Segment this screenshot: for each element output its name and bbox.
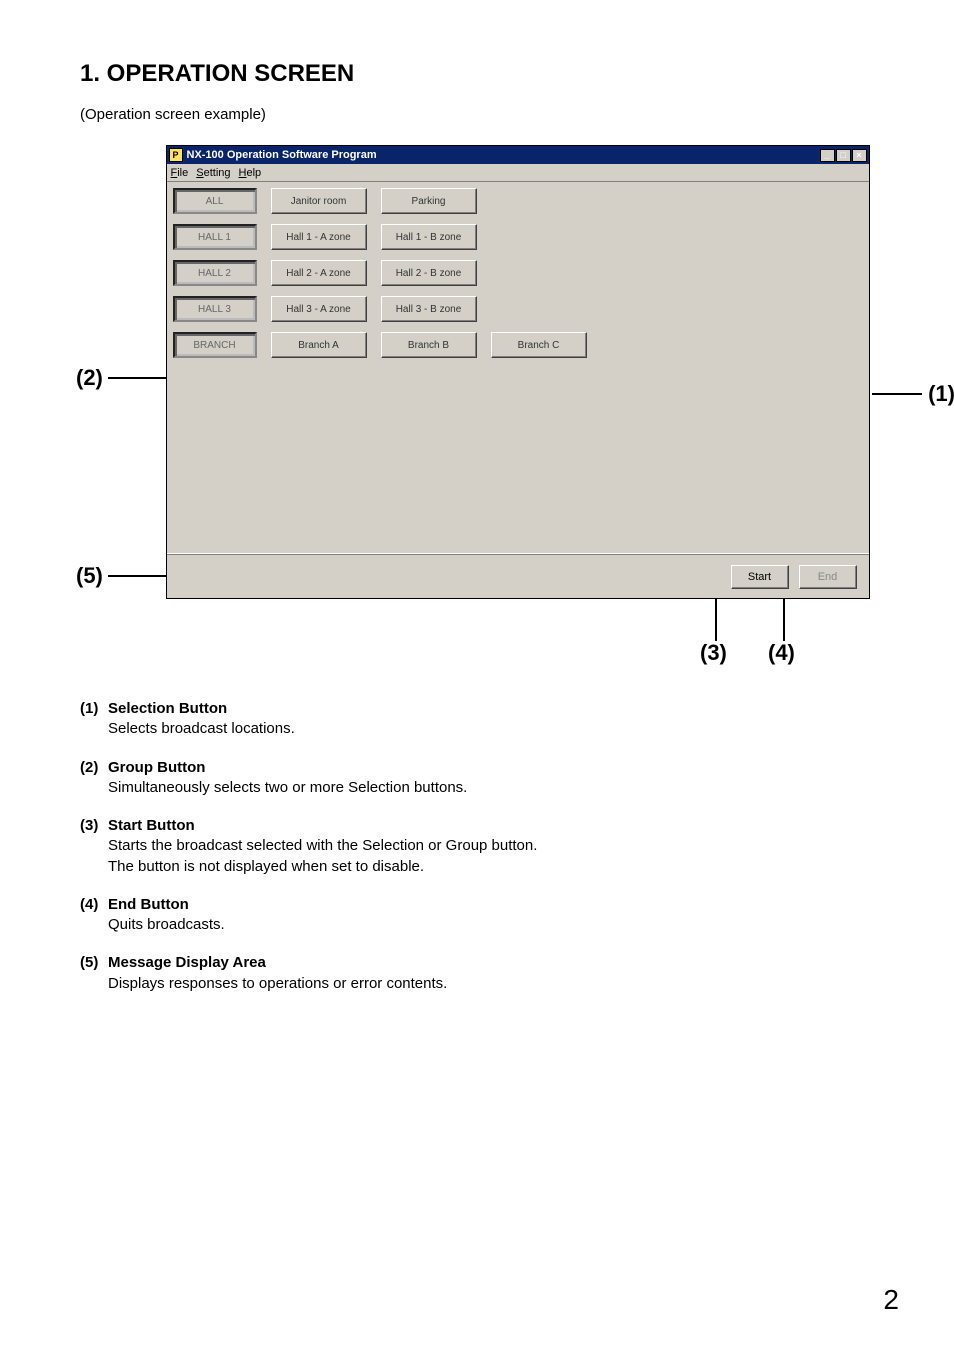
screenshot-with-callouts: (1) (2) (5) (3) (4) P NX-100 Operation S… (110, 145, 925, 599)
description-text: Displays responses to operations or erro… (108, 974, 874, 994)
selection-button[interactable]: Branch B (381, 332, 477, 358)
menubar: File Setting Help (167, 164, 869, 182)
button-row: BRANCH Branch A Branch B Branch C (173, 332, 863, 358)
minimize-icon[interactable]: _ (820, 149, 835, 162)
callout-2-label: (2) (76, 365, 103, 391)
group-button[interactable]: ALL (173, 188, 257, 214)
app-title: NX-100 Operation Software Program (187, 149, 820, 161)
button-grid: ALL Janitor room Parking HALL 1 Hall 1 - A z… (173, 188, 863, 358)
group-button[interactable]: HALL 3 (173, 296, 257, 322)
description-title: Group Button (108, 758, 874, 778)
description-title: Message Display Area (108, 953, 874, 973)
description-number: (4) (80, 895, 108, 936)
description-number: (1) (80, 699, 108, 740)
description-body: Selection ButtonSelects broadcast locati… (108, 699, 874, 740)
description-body: End ButtonQuits broadcasts. (108, 895, 874, 936)
titlebar[interactable]: P NX-100 Operation Software Program _ □ … (167, 146, 869, 164)
selection-button[interactable]: Hall 1 - A zone (271, 224, 367, 250)
selection-button[interactable]: Hall 2 - B zone (381, 260, 477, 286)
description-item: (3)Start ButtonStarts the broadcast sele… (80, 816, 874, 877)
group-button[interactable]: BRANCH (173, 332, 257, 358)
description-item: (5)Message Display AreaDisplays response… (80, 953, 874, 994)
callout-4-label: (4) (768, 640, 795, 666)
group-button[interactable]: HALL 1 (173, 224, 257, 250)
description-body: Message Display AreaDisplays responses t… (108, 953, 874, 994)
callout-5-line (108, 575, 168, 577)
description-item: (2)Group ButtonSimultaneously selects tw… (80, 758, 874, 799)
description-text: Starts the broadcast selected with the S… (108, 836, 874, 877)
app-icon: P (169, 148, 183, 162)
callout-5-label: (5) (76, 563, 103, 589)
selection-area: ALL Janitor room Parking HALL 1 Hall 1 - A z… (167, 182, 869, 554)
callout-3-label: (3) (700, 640, 727, 666)
start-button[interactable]: Start (731, 565, 789, 589)
menu-setting[interactable]: Setting (196, 167, 230, 179)
selection-button[interactable]: Branch A (271, 332, 367, 358)
button-row: ALL Janitor room Parking (173, 188, 863, 214)
description-text: Selects broadcast locations. (108, 719, 874, 739)
description-number: (3) (80, 816, 108, 877)
selection-button[interactable]: Janitor room (271, 188, 367, 214)
description-item: (1)Selection ButtonSelects broadcast loc… (80, 699, 874, 740)
description-title: Selection Button (108, 699, 874, 719)
description-body: Group ButtonSimultaneously selects two o… (108, 758, 874, 799)
selection-button[interactable]: Hall 3 - A zone (271, 296, 367, 322)
description-item: (4)End ButtonQuits broadcasts. (80, 895, 874, 936)
selection-button[interactable]: Hall 2 - A zone (271, 260, 367, 286)
selection-button[interactable]: Parking (381, 188, 477, 214)
maximize-icon[interactable]: □ (836, 149, 851, 162)
callout-2-line (108, 377, 168, 379)
callout-1-line (872, 393, 922, 395)
group-button[interactable]: HALL 2 (173, 260, 257, 286)
callout-1-label: (1) (928, 381, 954, 407)
descriptions-list: (1)Selection ButtonSelects broadcast loc… (80, 699, 874, 994)
close-icon[interactable]: × (852, 149, 867, 162)
button-row: HALL 2 Hall 2 - A zone Hall 2 - B zone (173, 260, 863, 286)
description-number: (2) (80, 758, 108, 799)
description-text: Quits broadcasts. (108, 915, 874, 935)
selection-button[interactable]: Branch C (491, 332, 587, 358)
end-button[interactable]: End (799, 565, 857, 589)
message-display-area: Start End (167, 554, 869, 598)
description-text: Simultaneously selects two or more Selec… (108, 778, 874, 798)
page-number: 2 (883, 1284, 899, 1316)
selection-button[interactable]: Hall 1 - B zone (381, 224, 477, 250)
description-body: Start ButtonStarts the broadcast selecte… (108, 816, 874, 877)
description-title: Start Button (108, 816, 874, 836)
app-window: P NX-100 Operation Software Program _ □ … (166, 145, 870, 599)
section-caption: (Operation screen example) (80, 106, 874, 123)
menu-help[interactable]: Help (239, 167, 262, 179)
description-title: End Button (108, 895, 874, 915)
button-row: HALL 1 Hall 1 - A zone Hall 1 - B zone (173, 224, 863, 250)
description-number: (5) (80, 953, 108, 994)
section-heading: 1. OPERATION SCREEN (80, 60, 874, 88)
selection-button[interactable]: Hall 3 - B zone (381, 296, 477, 322)
button-row: HALL 3 Hall 3 - A zone Hall 3 - B zone (173, 296, 863, 322)
menu-file[interactable]: File (171, 167, 189, 179)
